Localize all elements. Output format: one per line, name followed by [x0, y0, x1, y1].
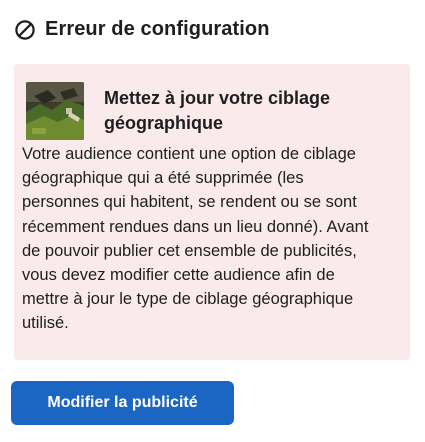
prohibited-icon [15, 19, 35, 40]
error-title: Erreur de configuration [45, 18, 270, 40]
notice-title: Mettez à jour votre ciblage géographique [104, 88, 331, 133]
notice-body: Votre audience contient une option de ci… [22, 145, 369, 333]
notice-panel: Mettez à jour votre ciblage géographique… [14, 64, 410, 360]
error-header: Erreur de configuration [14, 18, 270, 41]
ad-thumbnail-image [26, 82, 84, 140]
configuration-error-page: Erreur de configuration Mettez à jour vo… [0, 0, 425, 442]
edit-ad-button[interactable]: Modifier la publicité [11, 381, 234, 425]
